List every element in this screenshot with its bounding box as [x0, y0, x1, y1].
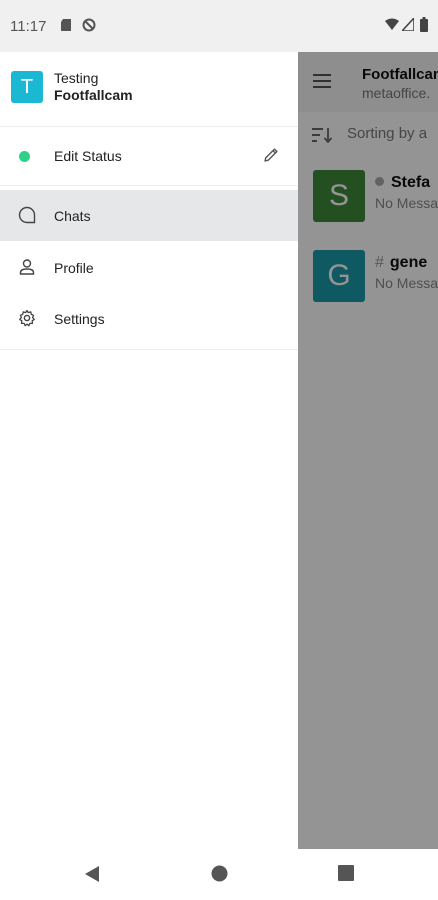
sidebar-item-profile[interactable]: Profile: [0, 242, 298, 293]
edit-status-row[interactable]: Edit Status: [0, 127, 298, 186]
recents-icon[interactable]: [338, 865, 354, 881]
sidebar-item-chats[interactable]: Chats: [0, 190, 298, 241]
gear-icon: [19, 309, 35, 327]
battery-icon: [420, 17, 428, 32]
sidebar-item-label: Profile: [54, 260, 94, 276]
sidebar-item-label: Settings: [54, 311, 105, 327]
sidebar-item-label: Chats: [54, 208, 91, 224]
sd-card-icon: [61, 19, 71, 31]
chat-bubble-icon: [18, 206, 36, 224]
sidebar-item-settings[interactable]: Settings: [0, 293, 298, 344]
divider: [0, 349, 298, 350]
cell-signal-icon: [402, 18, 414, 31]
person-icon: [19, 259, 35, 275]
clock: 11:17: [10, 18, 47, 35]
edit-status-label: Edit Status: [54, 148, 122, 164]
drawer-user-header[interactable]: T Testing Footfallcam: [0, 52, 298, 127]
wifi-icon: [385, 18, 399, 30]
drawer-scrim[interactable]: [298, 52, 438, 849]
user-name: Testing: [54, 70, 99, 86]
navigation-drawer: T Testing Footfallcam Edit Status Chats …: [0, 52, 298, 849]
server-name: Footfallcam: [54, 87, 133, 103]
system-status-bar: 11:17: [0, 0, 438, 52]
online-status-icon: [19, 151, 30, 162]
back-icon[interactable]: [84, 865, 100, 883]
data-saver-icon: [82, 18, 96, 32]
pencil-icon[interactable]: [262, 146, 280, 164]
avatar: T: [11, 71, 43, 103]
home-icon[interactable]: [211, 865, 228, 882]
system-navigation-bar: [0, 849, 438, 900]
